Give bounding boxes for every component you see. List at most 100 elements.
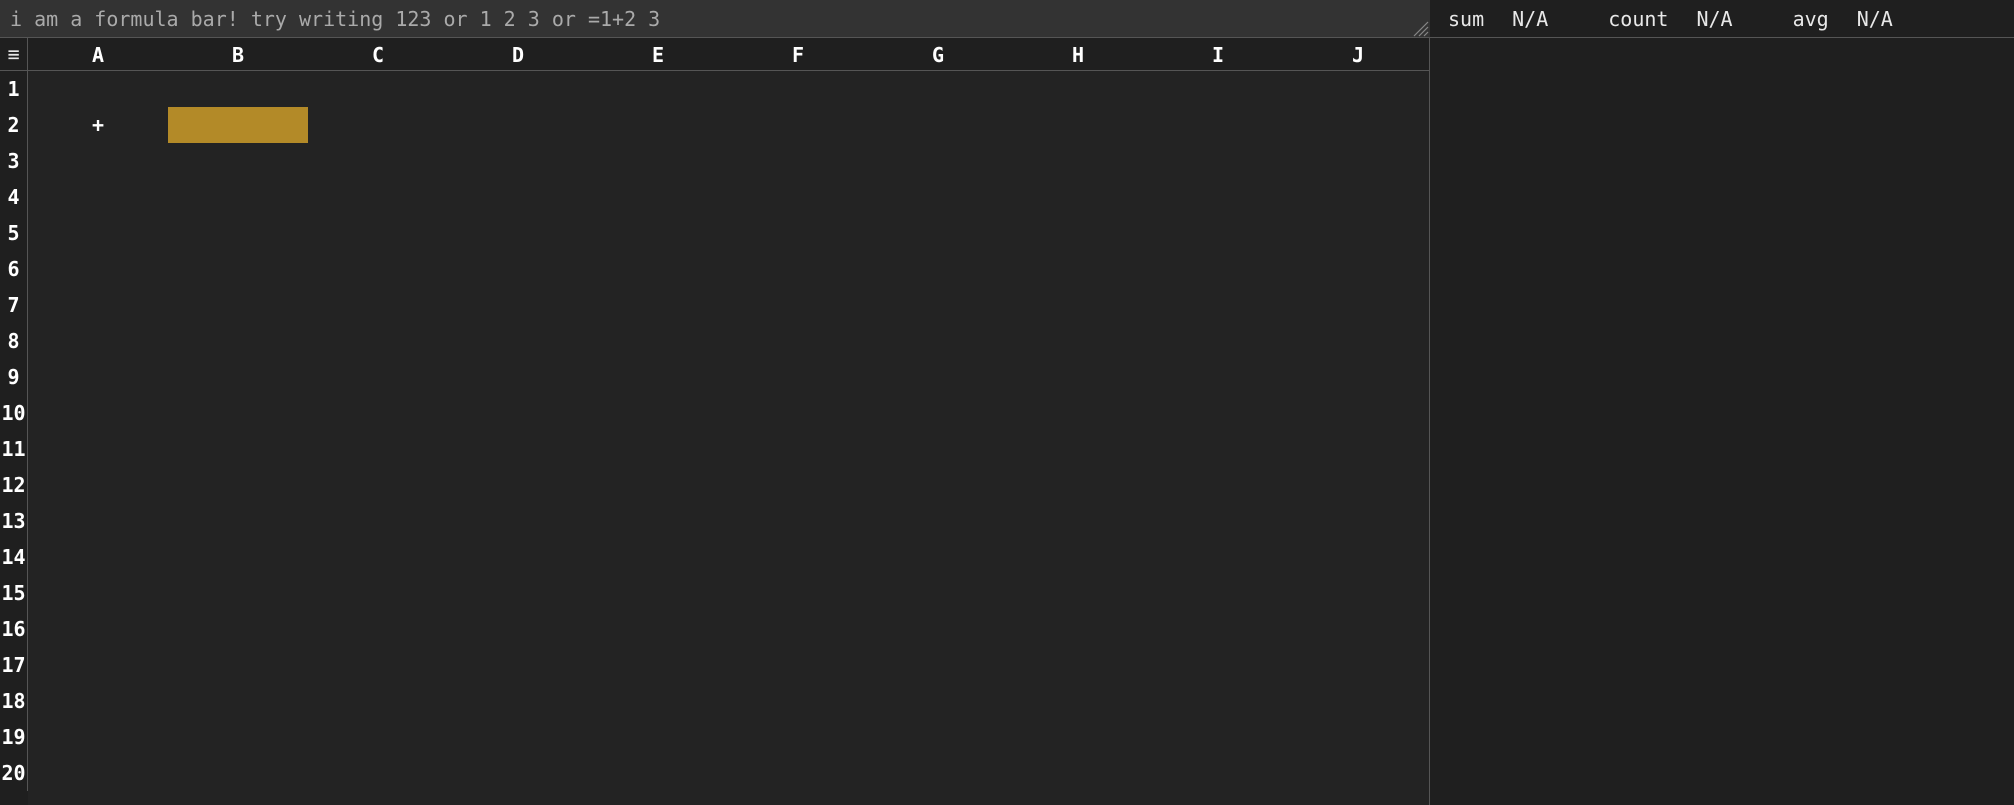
- cell-E6[interactable]: [588, 251, 728, 287]
- cell-D13[interactable]: [448, 503, 588, 539]
- cell-B5[interactable]: [168, 215, 308, 251]
- row-header-16[interactable]: 16: [0, 611, 27, 647]
- cell-I6[interactable]: [1148, 251, 1288, 287]
- cell-G1[interactable]: [868, 71, 1008, 107]
- cell-J9[interactable]: [1288, 359, 1428, 395]
- cell-I7[interactable]: [1148, 287, 1288, 323]
- column-header-C[interactable]: C: [308, 38, 448, 71]
- cell-J4[interactable]: [1288, 179, 1428, 215]
- cell-F10[interactable]: [728, 395, 868, 431]
- cell-C4[interactable]: [308, 179, 448, 215]
- cell-B10[interactable]: [168, 395, 308, 431]
- cell-J2[interactable]: [1288, 107, 1428, 143]
- cell-F4[interactable]: [728, 179, 868, 215]
- cell-E16[interactable]: [588, 611, 728, 647]
- cell-E1[interactable]: [588, 71, 728, 107]
- cell-J16[interactable]: [1288, 611, 1428, 647]
- cell-F14[interactable]: [728, 539, 868, 575]
- cell-C11[interactable]: [308, 431, 448, 467]
- cell-F9[interactable]: [728, 359, 868, 395]
- cell-H8[interactable]: [1008, 323, 1148, 359]
- row-header-10[interactable]: 10: [0, 395, 27, 431]
- cell-H14[interactable]: [1008, 539, 1148, 575]
- cell-I11[interactable]: [1148, 431, 1288, 467]
- cell-E7[interactable]: [588, 287, 728, 323]
- cell-D12[interactable]: [448, 467, 588, 503]
- cell-F3[interactable]: [728, 143, 868, 179]
- cell-J3[interactable]: [1288, 143, 1428, 179]
- cell-F5[interactable]: [728, 215, 868, 251]
- cell-B6[interactable]: [168, 251, 308, 287]
- cell-H3[interactable]: [1008, 143, 1148, 179]
- cell-C2[interactable]: [308, 107, 448, 143]
- row-header-14[interactable]: 14: [0, 539, 27, 575]
- cell-C3[interactable]: [308, 143, 448, 179]
- row-header-9[interactable]: 9: [0, 359, 27, 395]
- cell-G18[interactable]: [868, 683, 1008, 719]
- cell-H4[interactable]: [1008, 179, 1148, 215]
- cell-D17[interactable]: [448, 647, 588, 683]
- cell-E13[interactable]: [588, 503, 728, 539]
- cell-J1[interactable]: [1288, 71, 1428, 107]
- cell-E18[interactable]: [588, 683, 728, 719]
- cell-H15[interactable]: [1008, 575, 1148, 611]
- cell-F16[interactable]: [728, 611, 868, 647]
- cell-A2[interactable]: +: [28, 107, 168, 143]
- cell-I5[interactable]: [1148, 215, 1288, 251]
- cell-E3[interactable]: [588, 143, 728, 179]
- cell-D7[interactable]: [448, 287, 588, 323]
- cell-F19[interactable]: [728, 719, 868, 755]
- cell-H6[interactable]: [1008, 251, 1148, 287]
- cell-B14[interactable]: [168, 539, 308, 575]
- cell-G20[interactable]: [868, 755, 1008, 791]
- row-header-3[interactable]: 3: [0, 143, 27, 179]
- cell-E11[interactable]: [588, 431, 728, 467]
- cell-I12[interactable]: [1148, 467, 1288, 503]
- column-header-H[interactable]: H: [1008, 38, 1148, 71]
- cell-D4[interactable]: [448, 179, 588, 215]
- cell-D11[interactable]: [448, 431, 588, 467]
- cell-G15[interactable]: [868, 575, 1008, 611]
- cell-D6[interactable]: [448, 251, 588, 287]
- cell-I10[interactable]: [1148, 395, 1288, 431]
- row-header-5[interactable]: 5: [0, 215, 27, 251]
- cell-D20[interactable]: [448, 755, 588, 791]
- cell-E5[interactable]: [588, 215, 728, 251]
- cell-G4[interactable]: [868, 179, 1008, 215]
- cell-B7[interactable]: [168, 287, 308, 323]
- cell-H5[interactable]: [1008, 215, 1148, 251]
- cell-E19[interactable]: [588, 719, 728, 755]
- cell-G14[interactable]: [868, 539, 1008, 575]
- row-header-8[interactable]: 8: [0, 323, 27, 359]
- cell-C13[interactable]: [308, 503, 448, 539]
- cell-H11[interactable]: [1008, 431, 1148, 467]
- cell-I8[interactable]: [1148, 323, 1288, 359]
- row-header-12[interactable]: 12: [0, 467, 27, 503]
- cell-B11[interactable]: [168, 431, 308, 467]
- cell-C20[interactable]: [308, 755, 448, 791]
- cell-A11[interactable]: [28, 431, 168, 467]
- cell-E2[interactable]: [588, 107, 728, 143]
- cell-D18[interactable]: [448, 683, 588, 719]
- cell-C16[interactable]: [308, 611, 448, 647]
- cell-A14[interactable]: [28, 539, 168, 575]
- cell-E9[interactable]: [588, 359, 728, 395]
- cell-G3[interactable]: [868, 143, 1008, 179]
- cell-H18[interactable]: [1008, 683, 1148, 719]
- cell-B4[interactable]: [168, 179, 308, 215]
- cell-I4[interactable]: [1148, 179, 1288, 215]
- row-header-6[interactable]: 6: [0, 251, 27, 287]
- cell-E8[interactable]: [588, 323, 728, 359]
- cell-G8[interactable]: [868, 323, 1008, 359]
- cell-C5[interactable]: [308, 215, 448, 251]
- cell-J15[interactable]: [1288, 575, 1428, 611]
- cell-G9[interactable]: [868, 359, 1008, 395]
- cell-I18[interactable]: [1148, 683, 1288, 719]
- cell-B13[interactable]: [168, 503, 308, 539]
- cell-G2[interactable]: [868, 107, 1008, 143]
- cell-B2[interactable]: [168, 107, 308, 143]
- cell-F1[interactable]: [728, 71, 868, 107]
- row-header-19[interactable]: 19: [0, 719, 27, 755]
- cell-H16[interactable]: [1008, 611, 1148, 647]
- cell-A10[interactable]: [28, 395, 168, 431]
